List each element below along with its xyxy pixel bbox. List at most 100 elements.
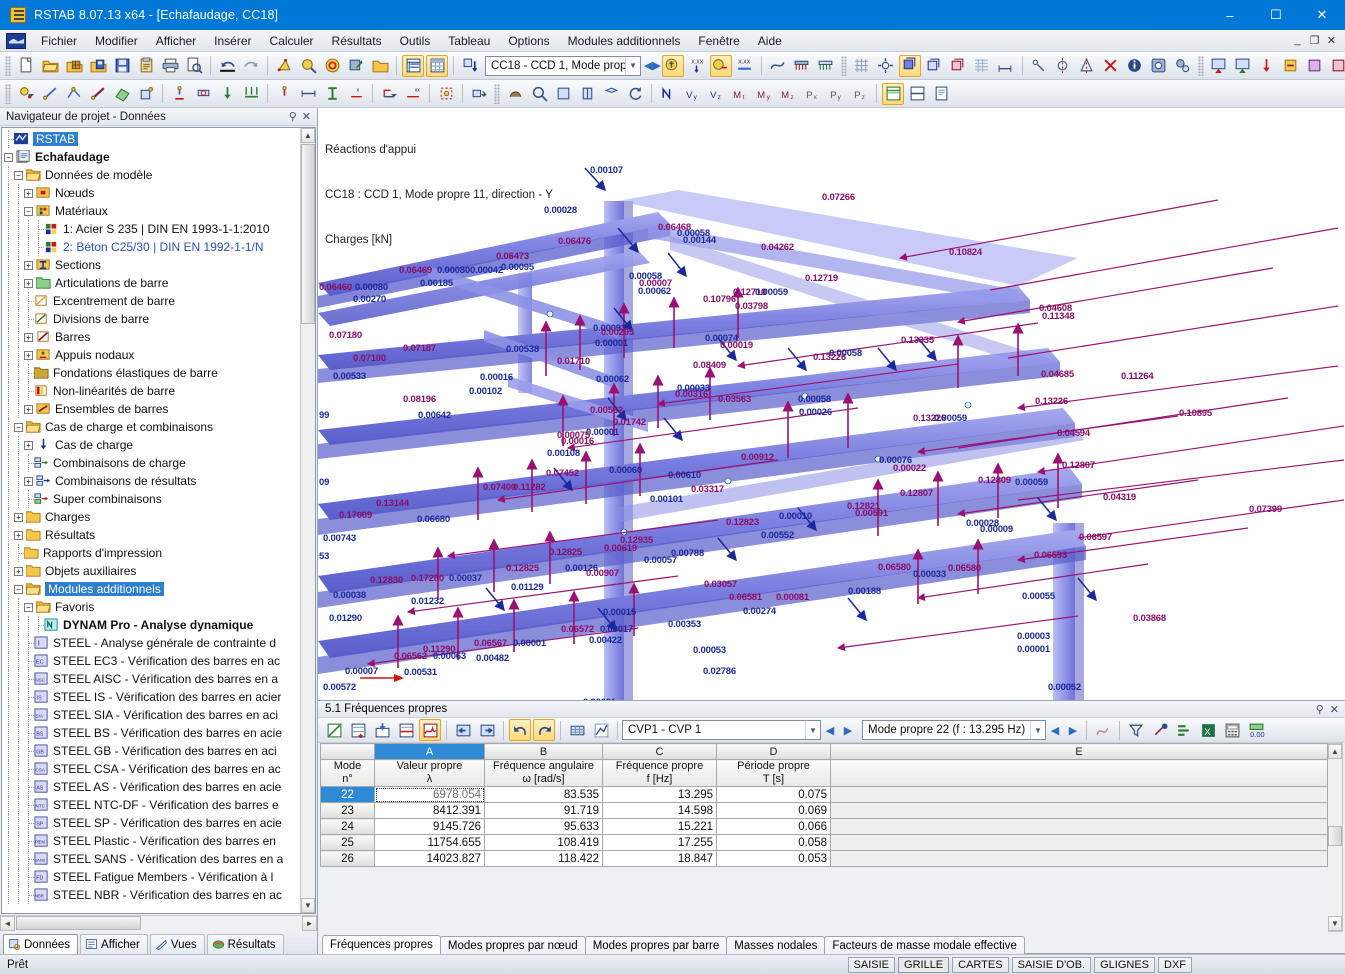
tab-resultats[interactable]: Résultats bbox=[206, 934, 284, 954]
tree-item-42[interactable]: NBR STEEL NBR - Vérification des barres e… bbox=[4, 886, 315, 904]
cell-eigenvalue[interactable]: 8412.391 bbox=[374, 802, 485, 819]
cell-empty[interactable] bbox=[830, 834, 1328, 851]
surface-icon[interactable] bbox=[111, 83, 133, 105]
print-preview-icon[interactable] bbox=[183, 55, 205, 77]
tree-item-9[interactable]: Excentrement de barre bbox=[4, 292, 315, 310]
table-results-icon[interactable] bbox=[419, 719, 441, 741]
col-letter-b[interactable]: B bbox=[484, 743, 603, 760]
deform-icon[interactable] bbox=[767, 55, 789, 77]
grid-scroll-thumb[interactable] bbox=[1328, 826, 1342, 846]
tab-donnees[interactable]: Données bbox=[3, 934, 79, 954]
tree-item-32[interactable]: SIA STEEL SIA - Vérification des barres e… bbox=[4, 706, 315, 724]
label-Py-icon[interactable]: Py bbox=[825, 83, 847, 105]
table-split-icon[interactable] bbox=[906, 83, 928, 105]
tree-item-40[interactable]: SANS STEEL SANS - Vérification des barres… bbox=[4, 850, 315, 868]
tree-item-13[interactable]: Fondations élastiques de barre bbox=[4, 364, 315, 382]
undo-table-icon[interactable] bbox=[509, 719, 531, 741]
cell-natural-frequency[interactable]: 14.598 bbox=[602, 802, 717, 819]
mode-next-button[interactable]: ▶ bbox=[1064, 720, 1082, 740]
mdi-minimize-button[interactable]: _ bbox=[1290, 34, 1305, 47]
tree-toggle-plus[interactable]: + bbox=[14, 566, 23, 576]
tree-item-12[interactable]: + Appuis nodaux bbox=[4, 346, 315, 364]
load-down-icon[interactable] bbox=[459, 55, 481, 77]
tree-item-20[interactable]: Super combinaisons bbox=[4, 490, 315, 508]
tree-horizontal-scrollbar[interactable]: ◄ ► bbox=[0, 915, 317, 931]
tree-item-27[interactable]: DYNAM Pro - Analyse dynamique bbox=[4, 616, 315, 634]
cell-angular-frequency[interactable]: 108.419 bbox=[484, 834, 603, 851]
grid-vertical-scrollbar[interactable]: ▲ ▼ bbox=[1328, 743, 1343, 932]
cvp-combo[interactable]: CVP1 - CVP 1 ▼ bbox=[622, 720, 821, 740]
open-package-icon[interactable] bbox=[63, 55, 85, 77]
mdi-restore-button[interactable]: ❐ bbox=[1307, 34, 1322, 47]
scroll-thumb[interactable] bbox=[301, 144, 315, 324]
tree-item-41[interactable]: FD STEEL Fatigue Members - Vérification à… bbox=[4, 868, 315, 886]
table-row[interactable]: 22 6978.054 83.535 13.295 0.075 bbox=[320, 786, 1328, 803]
tree-item-28[interactable]: I STEEL - Analyse générale de contrainte … bbox=[4, 634, 315, 652]
row-mode-number[interactable]: 26 bbox=[320, 850, 375, 867]
node-support-icon[interactable] bbox=[168, 83, 190, 105]
tree-toggle-minus[interactable]: − bbox=[24, 602, 33, 612]
col-letter-a[interactable]: A bbox=[374, 743, 485, 760]
tree-item-19[interactable]: + Combinaisons de résultats bbox=[4, 472, 315, 490]
clipboard-icon[interactable] bbox=[135, 55, 157, 77]
status-saisie-dob[interactable]: SAISIE D'OB. bbox=[1011, 956, 1092, 973]
next-load-case-button[interactable]: ▶ bbox=[652, 56, 660, 76]
export5-icon[interactable] bbox=[1304, 55, 1326, 77]
status-cartes[interactable]: CARTES bbox=[952, 956, 1009, 973]
cell-empty[interactable] bbox=[830, 818, 1328, 835]
label-Mt-icon[interactable]: Mt bbox=[729, 83, 751, 105]
tree-item-10[interactable]: Divisions de barre bbox=[4, 310, 315, 328]
status-dxf[interactable]: DXF bbox=[1158, 956, 1192, 973]
menu-tableau[interactable]: Tableau bbox=[439, 31, 499, 51]
cell-period[interactable]: 0.069 bbox=[716, 802, 831, 819]
model-3d-viewport[interactable]: Réactions d'appui CC18 : CCD 1, Mode pro… bbox=[318, 108, 1345, 701]
tree-item-16[interactable]: − Cas de charge et combinaisons bbox=[4, 418, 315, 436]
render-solid-icon[interactable] bbox=[273, 55, 295, 77]
tree-toggle-minus[interactable]: − bbox=[14, 170, 23, 180]
tree-item-1[interactable]: − Echafaudage bbox=[4, 148, 315, 166]
close-icon[interactable]: ✕ bbox=[302, 110, 311, 123]
tree-item-36[interactable]: AS STEEL AS - Vérification des barres en … bbox=[4, 778, 315, 796]
toolbar-grip[interactable] bbox=[5, 83, 11, 104]
chevron-down-icon[interactable]: ▼ bbox=[805, 721, 820, 739]
tree-toggle-plus[interactable]: + bbox=[24, 278, 33, 288]
status-saisie[interactable]: SAISIE bbox=[847, 956, 896, 973]
chevron-down-icon[interactable]: ▼ bbox=[1030, 721, 1045, 739]
tab-afficher[interactable]: Afficher bbox=[80, 934, 148, 954]
tree-item-8[interactable]: + Articulations de barre bbox=[4, 274, 315, 292]
table-row[interactable]: 25 11754.655 108.419 17.255 0.058 bbox=[320, 834, 1328, 851]
grid-scroll-up-button[interactable]: ▲ bbox=[1328, 744, 1342, 759]
tree-vertical-scrollbar[interactable]: ▲ ▼ bbox=[300, 128, 315, 913]
zoom-all-icon[interactable] bbox=[528, 83, 550, 105]
tree-item-17[interactable]: + Cas de charge bbox=[4, 436, 315, 454]
table-filter-icon[interactable] bbox=[395, 719, 417, 741]
rtab-facteurs-masse-modale[interactable]: Facteurs de masse modale effective bbox=[824, 936, 1025, 954]
menu-afficher[interactable]: Afficher bbox=[147, 31, 205, 51]
tree-toggle-minus[interactable]: − bbox=[24, 206, 33, 216]
select-window-icon[interactable] bbox=[345, 55, 367, 77]
mode-prev-button[interactable]: ◀ bbox=[1046, 720, 1064, 740]
cell-natural-frequency[interactable]: 18.847 bbox=[602, 850, 717, 867]
load-case-combo[interactable]: CC18 - CCD 1, Mode propr ▼ bbox=[485, 55, 641, 76]
cell-eigenvalue[interactable]: 11754.655 bbox=[374, 834, 485, 851]
diagram-icon[interactable] bbox=[1092, 719, 1114, 741]
tree-item-39[interactable]: PlEM STEEL Plastic - Vérification des bar… bbox=[4, 832, 315, 850]
table-edit-icon[interactable] bbox=[323, 719, 345, 741]
tab-vues[interactable]: Vues bbox=[149, 934, 205, 954]
cross-icon[interactable] bbox=[1100, 55, 1122, 77]
scroll-right-button[interactable]: ► bbox=[302, 915, 317, 931]
cell-period[interactable]: 0.058 bbox=[716, 834, 831, 851]
tree-item-26[interactable]: − Favoris bbox=[4, 598, 315, 616]
undo-icon[interactable] bbox=[216, 55, 238, 77]
toolbar-grip[interactable] bbox=[840, 55, 847, 76]
print-report-icon[interactable] bbox=[930, 83, 952, 105]
label-Vz-icon[interactable]: Vz bbox=[705, 83, 727, 105]
menu-calculer[interactable]: Calculer bbox=[261, 31, 323, 51]
table-panel-icon[interactable] bbox=[402, 54, 424, 77]
tree-item-34[interactable]: GB STEEL GB - Vérification des barres en … bbox=[4, 742, 315, 760]
table-row[interactable]: 24 9145.726 95.633 15.221 0.066 bbox=[320, 818, 1328, 835]
support-reactions2-icon[interactable] bbox=[815, 55, 837, 77]
open-file-icon[interactable] bbox=[39, 55, 61, 77]
row-mode-number[interactable]: 25 bbox=[320, 834, 375, 851]
target-icon[interactable] bbox=[321, 55, 343, 77]
